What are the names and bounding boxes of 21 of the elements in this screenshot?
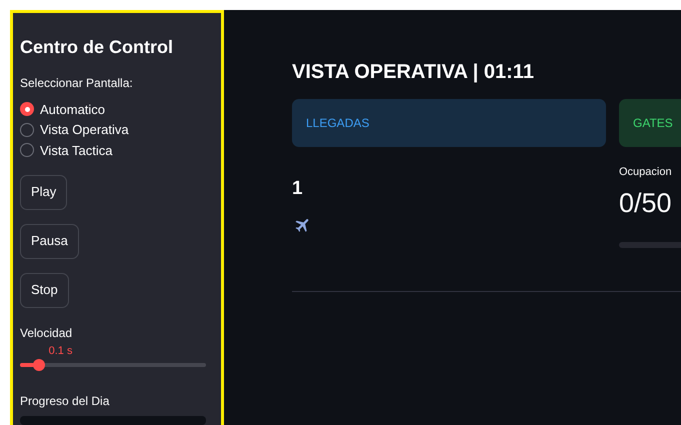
radio-group-label: Seleccionar Pantalla: [20,75,134,92]
metric-label: Ocupacion [619,165,673,180]
radio-button[interactable] [20,102,34,116]
control-button[interactable]: Play [20,174,68,210]
progress-label: Progreso del Dia [20,392,110,410]
arrivals-count: 1 [292,177,304,201]
slider-label: Velocidad [20,324,74,342]
control-button[interactable]: Pausa [20,224,79,259]
radio-button[interactable] [20,122,34,137]
slider-value: 0.1 s [48,344,72,359]
slider-thumb[interactable] [32,358,45,371]
radio-button[interactable] [20,143,34,158]
sidebar-title: Centro de Control [20,36,174,59]
radio-option[interactable]: Vista Operativa [20,120,206,140]
info-banner: LLEGADAS [292,99,606,147]
success-banner: GATES [619,99,681,147]
page-title: VISTA OPERATIVA | 01:11 [292,60,535,85]
control-button[interactable]: Stop [20,272,69,308]
radio-option[interactable]: Vista Tactica [20,140,206,161]
metric-value: 0/50 [619,186,673,218]
radio-option[interactable]: Automatico [20,99,206,120]
